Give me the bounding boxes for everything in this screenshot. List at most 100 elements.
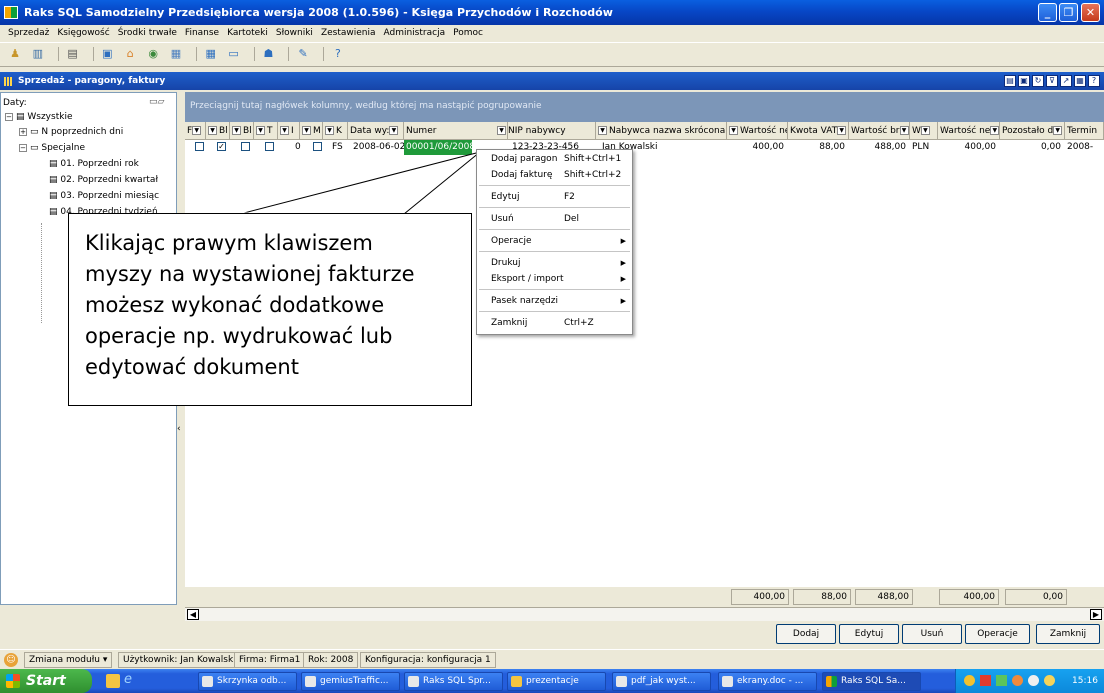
update-icon[interactable] (1044, 675, 1055, 686)
export-icon[interactable]: ↗ (1060, 75, 1072, 87)
menu-item-export[interactable]: Eksport / import ▶ (477, 271, 632, 287)
scroll-right-icon[interactable]: ▶ (1090, 609, 1102, 620)
folder-icon[interactable]: ▣ (100, 47, 114, 61)
module-change-dropdown[interactable]: Zmiana modułu ▾ (24, 652, 113, 668)
task-prezentacje[interactable]: prezentacje (507, 672, 606, 691)
menu-srodki-trwale[interactable]: Środki trwałe (114, 25, 181, 41)
column-header-wartosc-netto-2[interactable]: Wartość ne ▼ (938, 122, 1000, 139)
column-header-bl1[interactable]: ▼ Bl (206, 122, 230, 139)
messenger-icon[interactable] (1028, 675, 1039, 686)
minimize-button[interactable]: _ (1038, 3, 1057, 22)
network-icon[interactable] (996, 675, 1007, 686)
document-icon[interactable]: ▤ (66, 47, 80, 61)
task-ekrany[interactable]: ekrany.doc - ... (718, 672, 817, 691)
edit-icon[interactable]: ✎ (296, 47, 310, 61)
add-button[interactable]: Dodaj (776, 624, 836, 644)
tree-item-miesiac[interactable]: ▤ 03. Poprzedni miesiąc (49, 191, 159, 201)
column-header-nip[interactable]: ▼ NIP nabywcy (495, 122, 596, 139)
column-header-numer[interactable]: Numer (404, 122, 508, 139)
column-header-nabywca[interactable]: ▼ Nabywca nazwa skrócona (596, 122, 727, 139)
scroll-left-icon[interactable]: ◀ (187, 609, 199, 620)
table-icon[interactable]: ▦ (204, 47, 218, 61)
folder-toggle-icon[interactable]: ▭▱ (149, 97, 164, 107)
globe-icon[interactable]: ◉ (146, 47, 160, 61)
menu-kartoteki[interactable]: Kartoteki (223, 25, 272, 41)
status-config: Konfiguracja: konfiguracja 1 (360, 652, 496, 668)
menu-zestawienia[interactable]: Zestawienia (317, 25, 380, 41)
column-header-kwota-vat[interactable]: Kwota VAT ▼ (788, 122, 849, 139)
quicklaunch-icon[interactable] (106, 674, 120, 688)
column-header-termin[interactable]: Termin (1065, 122, 1104, 139)
filter-icon[interactable]: ⊽ (1046, 75, 1058, 87)
chart-icon[interactable]: ▥ (31, 47, 45, 61)
menu-ksiegowosc[interactable]: Księgowość (53, 25, 113, 41)
collapse-icon[interactable]: − (19, 143, 27, 152)
column-header-pozostalo[interactable]: Pozostało d ▼ (1000, 122, 1065, 139)
column-header-wartosc-brutto[interactable]: Wartość br ▼ (849, 122, 910, 139)
group-by-area[interactable]: Przeciągnij tutaj nagłówek kolumny, wedł… (185, 92, 1104, 122)
column-header-data[interactable]: Data wy: ▼ (348, 122, 404, 139)
preview-icon[interactable]: ▣ (1018, 75, 1030, 87)
calculator-icon[interactable]: ▦ (169, 47, 183, 61)
task-pdf[interactable]: pdf_jak wyst... (612, 672, 711, 691)
column-header-m[interactable]: ▼ M (300, 122, 323, 139)
antivirus-icon[interactable] (980, 675, 991, 686)
menu-item-delete[interactable]: Usuń Del (477, 211, 632, 227)
tree-item-specjalne[interactable]: − ▭ Specjalne (19, 143, 85, 153)
tree-item-rok[interactable]: ▤ 01. Poprzedni rok (49, 159, 139, 169)
help-icon[interactable]: ? (331, 47, 345, 61)
menu-item-add-invoice[interactable]: Dodaj fakturę Shift+Ctrl+2 (477, 167, 632, 183)
menu-slowniki[interactable]: Słowniki (272, 25, 317, 41)
menu-sprzedaz[interactable]: Sprzedaż (0, 25, 53, 41)
column-header-k[interactable]: ▼ K (323, 122, 348, 139)
menu-item-add-receipt[interactable]: Dodaj paragon Shift+Ctrl+1 (477, 151, 632, 167)
volume-icon[interactable] (1012, 675, 1023, 686)
menu-pomoc[interactable]: Pomoc (449, 25, 487, 41)
tree-item-n-poprzednich[interactable]: + ▭ N poprzednich dni (19, 127, 123, 137)
collapse-icon[interactable]: − (5, 112, 13, 121)
column-header-bl2[interactable]: ▼ Bl (230, 122, 254, 139)
task-skrzynka[interactable]: Skrzynka odb... (198, 672, 297, 691)
column-header-t[interactable]: ▼ T (254, 122, 278, 139)
column-header-wartosc-netto[interactable]: ▼ Wartość ne (727, 122, 788, 139)
tree-item-wszystkie[interactable]: − ▤ Wszystkie (5, 112, 72, 122)
clock[interactable]: 15:16 (1072, 669, 1098, 693)
column-header-i[interactable]: ▼ I (278, 122, 300, 139)
delete-button[interactable]: Usuń (902, 624, 962, 644)
expand-icon[interactable]: + (19, 127, 27, 136)
task-gemius[interactable]: gemiusTraffic... (301, 672, 400, 691)
menu-item-edit[interactable]: Edytuj F2 (477, 189, 632, 205)
edit-button[interactable]: Edytuj (839, 624, 899, 644)
column-header-f[interactable]: F ▼ (185, 122, 206, 139)
menu-item-operations[interactable]: Operacje ▶ (477, 233, 632, 249)
checkbox-f[interactable] (193, 140, 206, 155)
collapse-arrow-icon[interactable]: ‹ (177, 424, 181, 434)
maximize-button[interactable]: ❐ (1059, 3, 1078, 22)
help-icon[interactable]: ? (1088, 75, 1100, 87)
operations-button[interactable]: Operacje (965, 624, 1030, 644)
checkbox-bl1[interactable]: ✓ (215, 140, 228, 155)
ie-icon[interactable]: e (124, 673, 138, 687)
security-icon[interactable] (964, 675, 975, 686)
print-icon[interactable]: ▤ (1004, 75, 1016, 87)
close-button[interactable]: ✕ (1081, 3, 1100, 22)
menu-item-close[interactable]: Zamknij Ctrl+Z (477, 315, 632, 331)
window-icon[interactable]: ▭ (227, 47, 241, 61)
home-icon[interactable]: ⌂ (123, 47, 137, 61)
horizontal-scrollbar[interactable]: ◀ ▶ (185, 607, 1104, 621)
task-raks-spr[interactable]: Raks SQL Spr... (404, 672, 503, 691)
close-module-button[interactable]: Zamknij (1036, 624, 1100, 644)
menu-administracja[interactable]: Administracja (380, 25, 450, 41)
refresh-icon[interactable]: ↻ (1032, 75, 1044, 87)
menu-item-print[interactable]: Drukuj ▶ (477, 255, 632, 271)
menu-item-toolbar[interactable]: Pasek narzędzi ▶ (477, 293, 632, 309)
menu-finanse[interactable]: Finanse (181, 25, 223, 41)
document-icon: ▤ (16, 112, 28, 122)
task-raks-sa[interactable]: Raks SQL Sa... (822, 672, 921, 691)
column-header-waluta[interactable]: W ▼ (910, 122, 938, 139)
person-icon[interactable]: ♟ (8, 47, 22, 61)
window-title-bar[interactable]: Raks SQL Samodzielny Przedsiębiorca wers… (0, 0, 1104, 25)
tree-item-kwartal[interactable]: ▤ 02. Poprzedni kwartał (49, 175, 158, 185)
users-icon[interactable]: ☗ (261, 47, 275, 61)
settings-icon[interactable]: ▦ (1074, 75, 1086, 87)
